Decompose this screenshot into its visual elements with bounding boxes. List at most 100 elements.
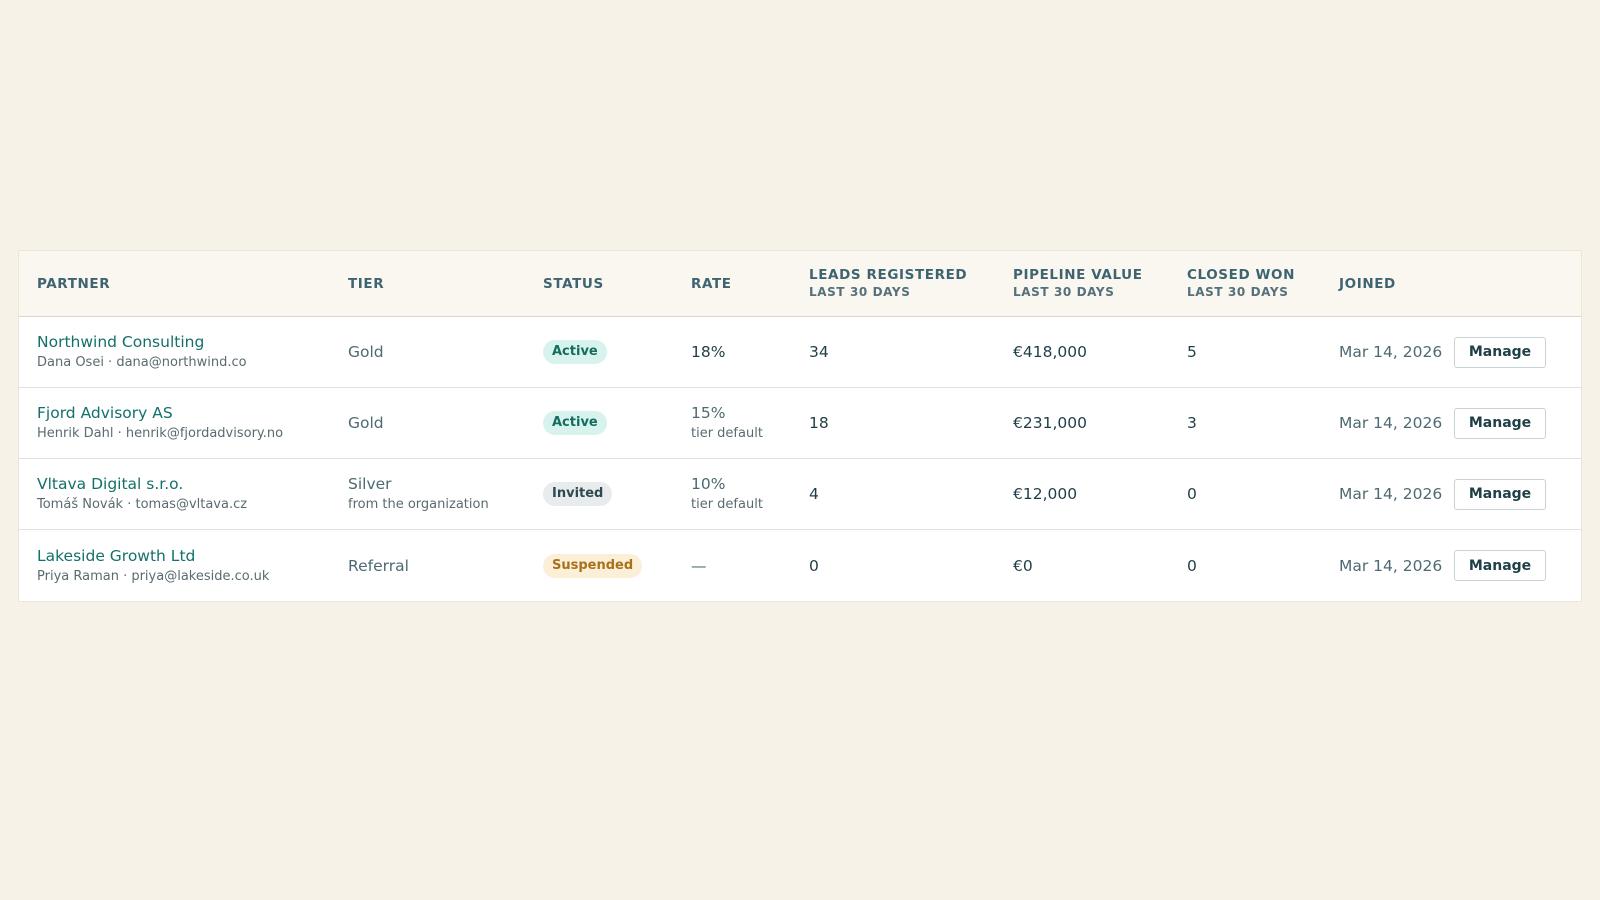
partner-cell: Fjord Advisory AS Henrik Dahl · henrik@f…: [19, 402, 330, 444]
joined-cell: Mar 14, 2026: [1321, 483, 1454, 505]
closed-value: 5: [1187, 343, 1197, 361]
rate-cell: 15% tier default: [673, 402, 791, 444]
rate-value: 18%: [691, 343, 726, 361]
pipeline-value: €0: [1013, 556, 1033, 575]
leads-value: 4: [809, 485, 819, 503]
partner-contact: Dana Osei · dana@northwind.co: [37, 355, 247, 370]
header-pipeline: PIPELINE VALUE LAST 30 DAYS: [995, 266, 1169, 301]
header-pipeline-label: PIPELINE VALUE: [1013, 267, 1143, 283]
header-joined-label: JOINED: [1339, 275, 1396, 292]
pipeline-value: €12,000: [1013, 485, 1078, 503]
joined-date: Mar 14, 2026: [1339, 414, 1443, 432]
header-tier-label: TIER: [348, 275, 385, 292]
tier-cell: Gold: [330, 412, 525, 434]
tier-note: from the organization: [348, 497, 489, 512]
partner-cell: Vltava Digital s.r.o. Tomáš Novák · toma…: [19, 473, 330, 515]
header-leads: LEADS REGISTERED LAST 30 DAYS: [791, 266, 995, 301]
partner-contact: Priya Raman · priya@lakeside.co.uk: [37, 568, 270, 584]
partner-contact: Tomáš Novák · tomas@vltava.cz: [37, 497, 248, 512]
action-cell: Manage: [1454, 478, 1581, 510]
pipeline-cell: €231,000: [995, 412, 1169, 434]
table-row: Fjord Advisory AS Henrik Dahl · henrik@f…: [19, 388, 1581, 459]
header-rate: RATE: [673, 275, 791, 293]
manage-button[interactable]: Manage: [1454, 478, 1546, 510]
partner-name-link[interactable]: Lakeside Growth Ltd: [37, 545, 330, 567]
manage-button[interactable]: Manage: [1454, 336, 1546, 368]
partner-name-link[interactable]: Vltava Digital s.r.o.: [37, 473, 330, 495]
header-status-label: STATUS: [543, 275, 604, 292]
pipeline-cell: €418,000: [995, 341, 1169, 363]
partner-cell: Northwind Consulting Dana Osei · dana@no…: [19, 331, 330, 373]
leads-value: 0: [809, 556, 819, 575]
closed-cell: 0: [1169, 555, 1321, 577]
tier-value: Silver: [348, 475, 392, 493]
leads-cell: 0: [791, 555, 995, 577]
header-leads-label: LEADS REGISTERED: [809, 267, 968, 283]
joined-cell: Mar 14, 2026: [1321, 412, 1454, 434]
header-closed-sublabel: LAST 30 DAYS: [1187, 285, 1289, 299]
header-partner-label: PARTNER: [37, 275, 111, 292]
joined-date: Mar 14, 2026: [1339, 485, 1443, 503]
partner-cell: Lakeside Growth Ltd Priya Raman · priya@…: [19, 545, 330, 587]
pipeline-value: €231,000: [1013, 414, 1087, 432]
rate-value: 15%: [691, 404, 726, 422]
tier-cell: Referral: [330, 555, 525, 577]
table-row: Northwind Consulting Dana Osei · dana@no…: [19, 317, 1581, 388]
leads-value: 18: [809, 414, 829, 432]
tier-value: Gold: [348, 414, 384, 432]
header-status: STATUS: [525, 275, 673, 293]
pipeline-cell: €0: [995, 555, 1169, 577]
header-leads-sublabel: LAST 30 DAYS: [809, 285, 911, 299]
joined-cell: Mar 14, 2026: [1321, 555, 1454, 577]
status-cell: Active: [525, 411, 673, 435]
leads-cell: 18: [791, 412, 995, 434]
tier-value: Referral: [348, 556, 409, 575]
status-badge: Active: [543, 340, 607, 364]
closed-cell: 0: [1169, 483, 1321, 505]
closed-cell: 3: [1169, 412, 1321, 434]
table-header-row: PARTNER TIER STATUS RATE LEADS REGISTERE…: [19, 251, 1581, 317]
header-closed-label: CLOSED WON: [1187, 267, 1296, 283]
header-joined: JOINED: [1321, 275, 1454, 293]
header-pipeline-sublabel: LAST 30 DAYS: [1013, 285, 1115, 299]
header-closed: CLOSED WON LAST 30 DAYS: [1169, 266, 1321, 301]
tier-cell: Gold: [330, 341, 525, 363]
status-cell: Active: [525, 340, 673, 364]
header-rate-label: RATE: [691, 275, 732, 292]
manage-button[interactable]: Manage: [1454, 550, 1546, 581]
leads-value: 34: [809, 343, 829, 361]
status-badge: Suspended: [543, 553, 643, 578]
rate-cell: 18%: [673, 341, 791, 363]
joined-cell: Mar 14, 2026: [1321, 341, 1454, 363]
closed-cell: 5: [1169, 341, 1321, 363]
table-row: Vltava Digital s.r.o. Tomáš Novák · toma…: [19, 459, 1581, 530]
partners-table: PARTNER TIER STATUS RATE LEADS REGISTERE…: [18, 250, 1582, 602]
table-row: Lakeside Growth Ltd Priya Raman · priya@…: [19, 530, 1581, 601]
manage-button[interactable]: Manage: [1454, 407, 1546, 439]
leads-cell: 4: [791, 483, 995, 505]
action-cell: Manage: [1454, 407, 1581, 439]
rate-cell: 10% tier default: [673, 473, 791, 515]
status-badge: Invited: [543, 482, 613, 506]
status-cell: Suspended: [525, 553, 673, 578]
rate-value: —: [691, 556, 707, 575]
status-badge: Active: [543, 411, 607, 435]
pipeline-cell: €12,000: [995, 483, 1169, 505]
closed-value: 0: [1187, 485, 1197, 503]
rate-note: tier default: [691, 426, 763, 441]
closed-value: 3: [1187, 414, 1197, 432]
partner-name-link[interactable]: Northwind Consulting: [37, 331, 330, 353]
header-tier: TIER: [330, 275, 525, 293]
pipeline-value: €418,000: [1013, 343, 1087, 361]
rate-cell: —: [673, 555, 791, 577]
header-partner: PARTNER: [19, 275, 330, 293]
rate-value: 10%: [691, 475, 726, 493]
joined-date: Mar 14, 2026: [1339, 343, 1443, 361]
action-cell: Manage: [1454, 336, 1581, 368]
tier-value: Gold: [348, 343, 384, 361]
leads-cell: 34: [791, 341, 995, 363]
tier-cell: Silver from the organization: [330, 473, 525, 515]
partner-contact: Henrik Dahl · henrik@fjordadvisory.no: [37, 426, 284, 441]
partner-name-link[interactable]: Fjord Advisory AS: [37, 402, 330, 424]
joined-date: Mar 14, 2026: [1339, 556, 1443, 575]
